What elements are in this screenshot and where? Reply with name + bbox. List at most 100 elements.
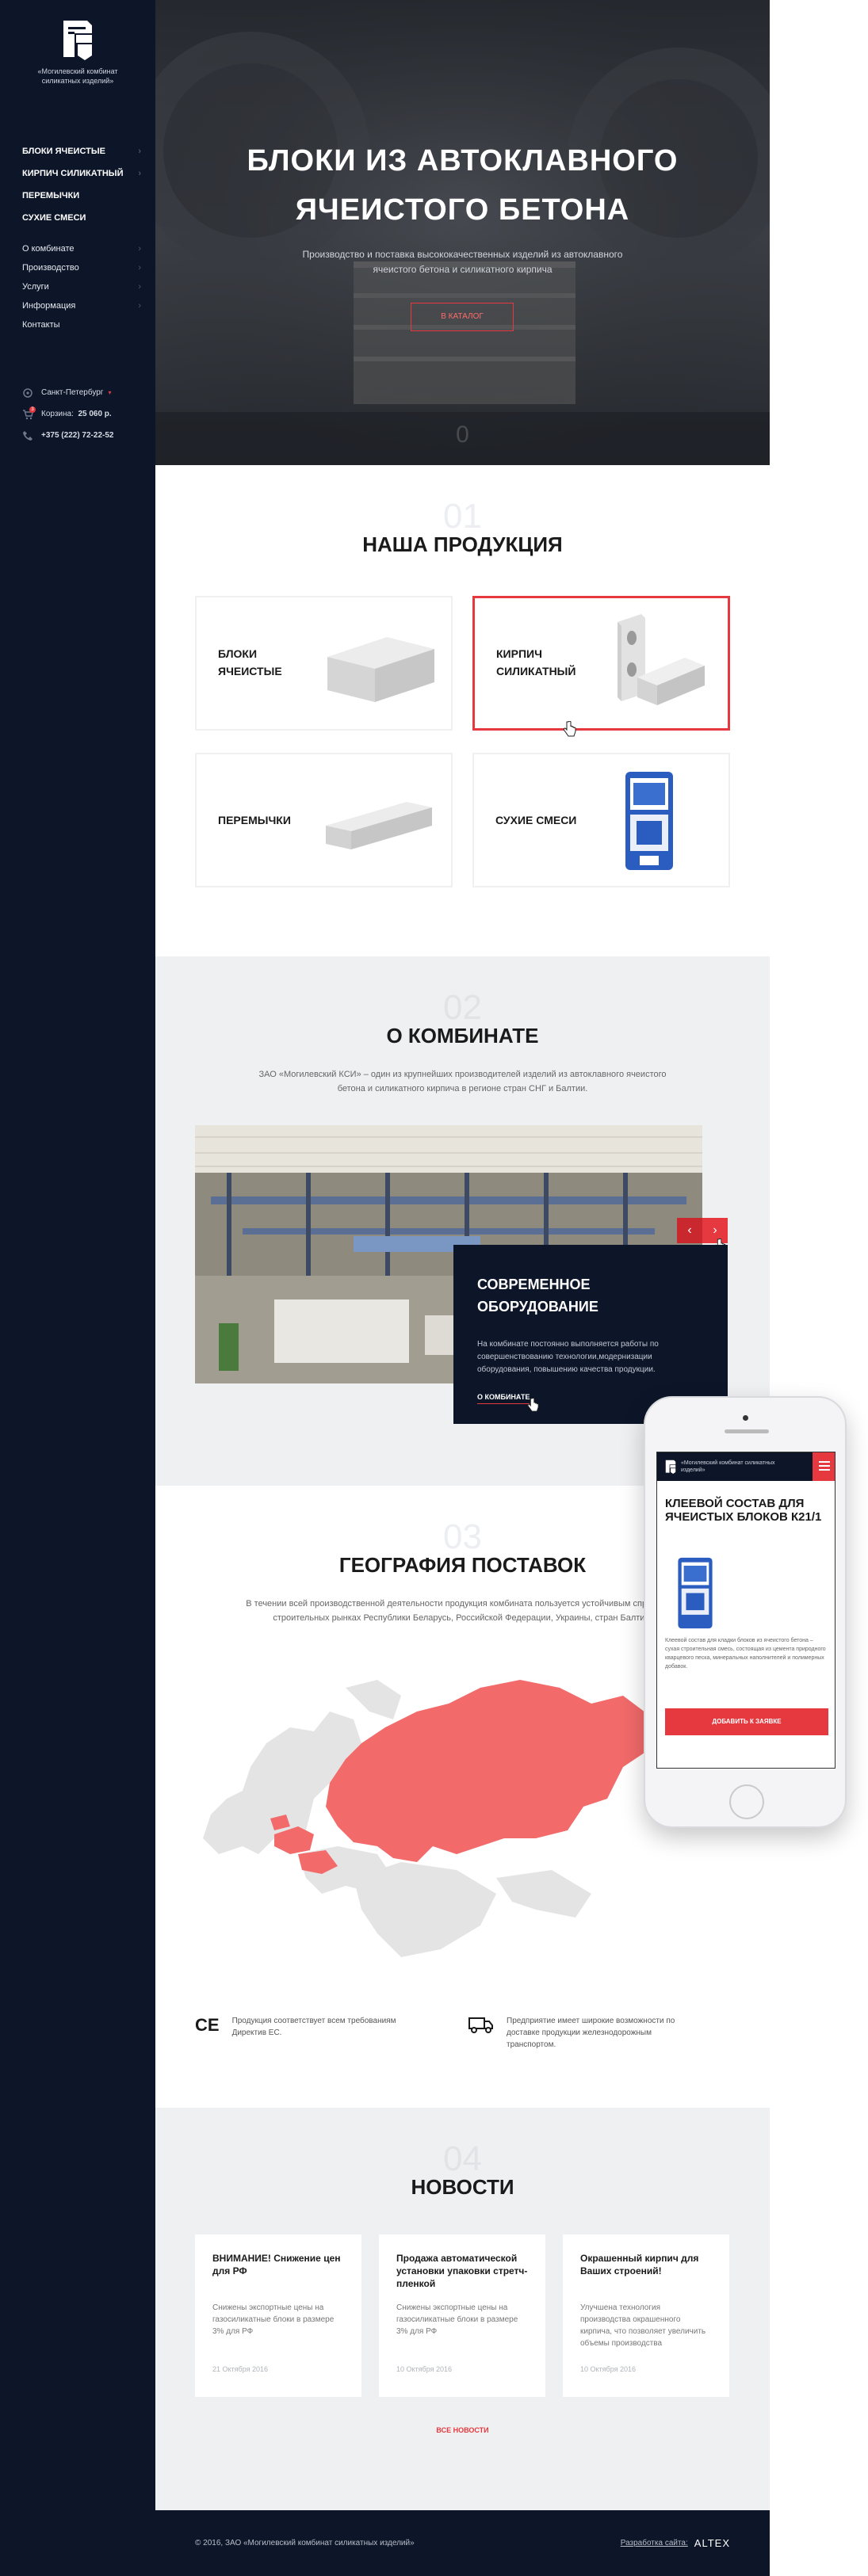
mobile-mockup: «Могилевский комбинат силикатных изделий… — [644, 1396, 847, 1828]
nav-label: КИРПИЧ СИЛИКАТНЫЙ — [22, 169, 124, 178]
slide-description: На комбинате постоянно выполняется работ… — [477, 1340, 659, 1374]
nav-item-lintels[interactable]: ПЕРЕМЫЧКИ — [22, 185, 141, 207]
chevron-right-icon: › — [138, 282, 141, 292]
contacts-block: Санкт-Петербург ▾ 3 Корзина: 25 060 р. +3… — [22, 382, 149, 446]
footer: © 2016, ЗАО «Могилевский комбинат силика… — [155, 2510, 770, 2576]
nav-label: Услуги — [22, 282, 49, 292]
mobile-header: «Могилевский комбинат силикатных изделий… — [657, 1452, 835, 1481]
developer-label: Разработка сайта: — [620, 2539, 688, 2547]
mobile-logo-text: «Могилевский комбинат силикатных изделий… — [681, 1460, 775, 1473]
sidebar: «Могилевский комбинат силикатных изделий… — [0, 0, 155, 2576]
product-label: КИРПИЧ СИЛИКАТНЫЙ — [496, 645, 575, 680]
phone-home-button — [729, 1784, 764, 1819]
cart-icon: 3 — [22, 406, 36, 420]
product-label-line: СИЛИКАТНЫЙ — [496, 665, 576, 677]
feature-delivery: Предприятие имеет широкие возможности по… — [468, 2015, 698, 2051]
nav-item-services[interactable]: Услуги › — [22, 277, 141, 296]
all-news-link[interactable]: ВСЕ НОВОСТИ — [155, 2426, 770, 2434]
menu-button[interactable] — [813, 1452, 835, 1481]
logo-text: «Могилевский комбинат силикатных изделий… — [37, 67, 118, 85]
news-title: ВНИМАНИЕ! Снижение цен для РФ — [212, 2253, 341, 2276]
mobile-product-image — [678, 1557, 713, 1629]
dry-mix-bag-image — [625, 772, 673, 870]
news-card[interactable]: ВНИМАНИЕ! Снижение цен для РФ Снижены эк… — [195, 2234, 361, 2397]
location-icon — [22, 387, 33, 399]
ce-mark-icon: CE — [195, 2015, 220, 2035]
add-to-request-button[interactable]: ДОБАВИТЬ К ЗАЯВКЕ — [665, 1708, 828, 1735]
nav-item-blocks[interactable]: БЛОКИ ЯЧЕИСТЫЕ › — [22, 140, 141, 162]
about-link[interactable]: О КОМБИНАТЕ — [477, 1393, 530, 1404]
nav-item-production[interactable]: Производство › — [22, 258, 141, 277]
chevron-right-icon: › — [138, 244, 141, 254]
chevron-right-icon: › — [138, 263, 141, 273]
phone-icon — [22, 430, 33, 441]
news-description: Снижены экспортные цены на газосиликатны… — [212, 2303, 335, 2336]
nav-label: О комбинате — [22, 244, 75, 254]
product-card-lintels[interactable]: ПЕРЕМЫЧКИ — [195, 753, 453, 887]
chevron-right-icon: › — [138, 169, 141, 178]
mobile-product-title: КЛЕЕВОЙ СОСТАВ ДЛЯ ЯЧЕИСТЫХ БЛОКОВ К21/1 — [665, 1497, 822, 1524]
product-card-brick[interactable]: КИРПИЧ СИЛИКАТНЫЙ — [472, 596, 730, 737]
product-card-blocks[interactable]: БЛОКИ ЯЧЕИСТЫЕ — [195, 596, 453, 731]
product-card-dry-mixes[interactable]: СУХИЕ СМЕСИ — [472, 753, 730, 887]
developer-credit[interactable]: Разработка сайта: ALTEX — [621, 2537, 730, 2549]
city-selector[interactable]: Санкт-Петербург ▾ — [22, 382, 149, 403]
hero-title-line: БЛОКИ ИЗ АВТОКЛАВНОГО — [247, 144, 679, 177]
hero-slide-number: 0 — [456, 422, 469, 448]
slide-title-line: ОБОРУДОВАНИЕ — [477, 1299, 598, 1315]
nav-item-about[interactable]: О комбинате › — [22, 239, 141, 258]
truck-icon — [468, 2015, 494, 2038]
product-label: СУХИЕ СМЕСИ — [495, 814, 577, 826]
hero-subtitle: Производство и поставка высококачественн… — [302, 249, 623, 275]
nav-label: Контакты — [22, 320, 60, 330]
product-label-line: КИРПИЧ — [496, 647, 542, 660]
cart-label: Корзина: — [41, 410, 74, 418]
nav-label: ПЕРЕМЫЧКИ — [22, 191, 80, 200]
nav-label: БЛОКИ ЯЧЕИСТЫЕ — [22, 147, 105, 156]
hero-title: БЛОКИ ИЗ АВТОКЛАВНОГО ЯЧЕИСТОГО БЕТОНА — [155, 136, 770, 235]
phone-speaker — [725, 1429, 769, 1433]
nav-item-brick[interactable]: КИРПИЧ СИЛИКАТНЫЙ › — [22, 162, 141, 185]
news-date: 10 Октября 2016 — [580, 2365, 637, 2373]
geography-description: В течении всей производственной деятельн… — [246, 1599, 679, 1623]
caret-down-icon: ▾ — [108, 389, 112, 396]
catalog-button[interactable]: В КАТАЛОГ — [411, 303, 514, 331]
product-label-line: БЛОКИ — [218, 647, 258, 660]
chevron-right-icon: › — [138, 301, 141, 311]
logo[interactable]: «Могилевский комбинат силикатных изделий… — [32, 17, 124, 86]
nav-label: Информация — [22, 301, 76, 311]
section-number: 04 — [443, 2139, 482, 2178]
brick-image — [618, 614, 705, 705]
feature-ce: CE Продукция соответствует всем требован… — [195, 2015, 417, 2039]
news-description: Улучшена технология производства окрашен… — [580, 2303, 706, 2348]
hand-cursor-icon — [563, 721, 576, 737]
cart-count-badge: 3 — [29, 406, 36, 413]
developer-logo: ALTEX — [694, 2537, 730, 2549]
news-date: 10 Октября 2016 — [396, 2365, 453, 2373]
news-card[interactable]: Окрашенный кирпич для Ваших строений! Ул… — [563, 2234, 729, 2397]
city-name: Санкт-Петербург — [41, 388, 104, 397]
section-title: О КОМБИНАТЕ — [386, 1024, 539, 1048]
nav-label: СУХИЕ СМЕСИ — [22, 213, 86, 223]
supply-map — [203, 1680, 655, 1957]
copyright: © 2016, ЗАО «Могилевский комбинат силика… — [195, 2539, 415, 2547]
about-description: ЗАО «Могилевский КСИ» – один из крупнейш… — [258, 1070, 667, 1093]
cart-link[interactable]: 3 Корзина: 25 060 р. — [22, 403, 149, 425]
feature-text: Предприятие имеет широкие возможности по… — [507, 2017, 675, 2049]
product-label-line: ЯЧЕИСТЫЕ — [218, 665, 282, 677]
news-card[interactable]: Продажа автоматической установки упаковк… — [379, 2234, 545, 2397]
news-title: Продажа автоматической установки упаковк… — [396, 2253, 528, 2289]
nav-item-contacts[interactable]: Контакты — [22, 315, 141, 334]
news-date: 21 Октября 2016 — [212, 2365, 269, 2373]
nav-label: Производство — [22, 263, 79, 273]
slider-prev-button[interactable]: ‹ — [677, 1218, 702, 1243]
nav-item-info[interactable]: Информация › — [22, 296, 141, 315]
nav-item-dry-mixes[interactable]: СУХИЕ СМЕСИ — [22, 207, 141, 229]
section-title: НОВОСТИ — [411, 2175, 514, 2199]
news-section: 04 НОВОСТИ ВНИМАНИЕ! Снижение цен для РФ… — [155, 2108, 770, 2510]
hero-title-line: ЯЧЕИСТОГО БЕТОНА — [295, 193, 630, 227]
logo-icon — [63, 21, 92, 60]
phone-link[interactable]: +375 (222) 72-22-52 — [22, 425, 149, 446]
secondary-nav: О комбинате › Производство › Услуги › Инфор… — [22, 239, 141, 334]
chevron-right-icon: › — [138, 147, 141, 156]
